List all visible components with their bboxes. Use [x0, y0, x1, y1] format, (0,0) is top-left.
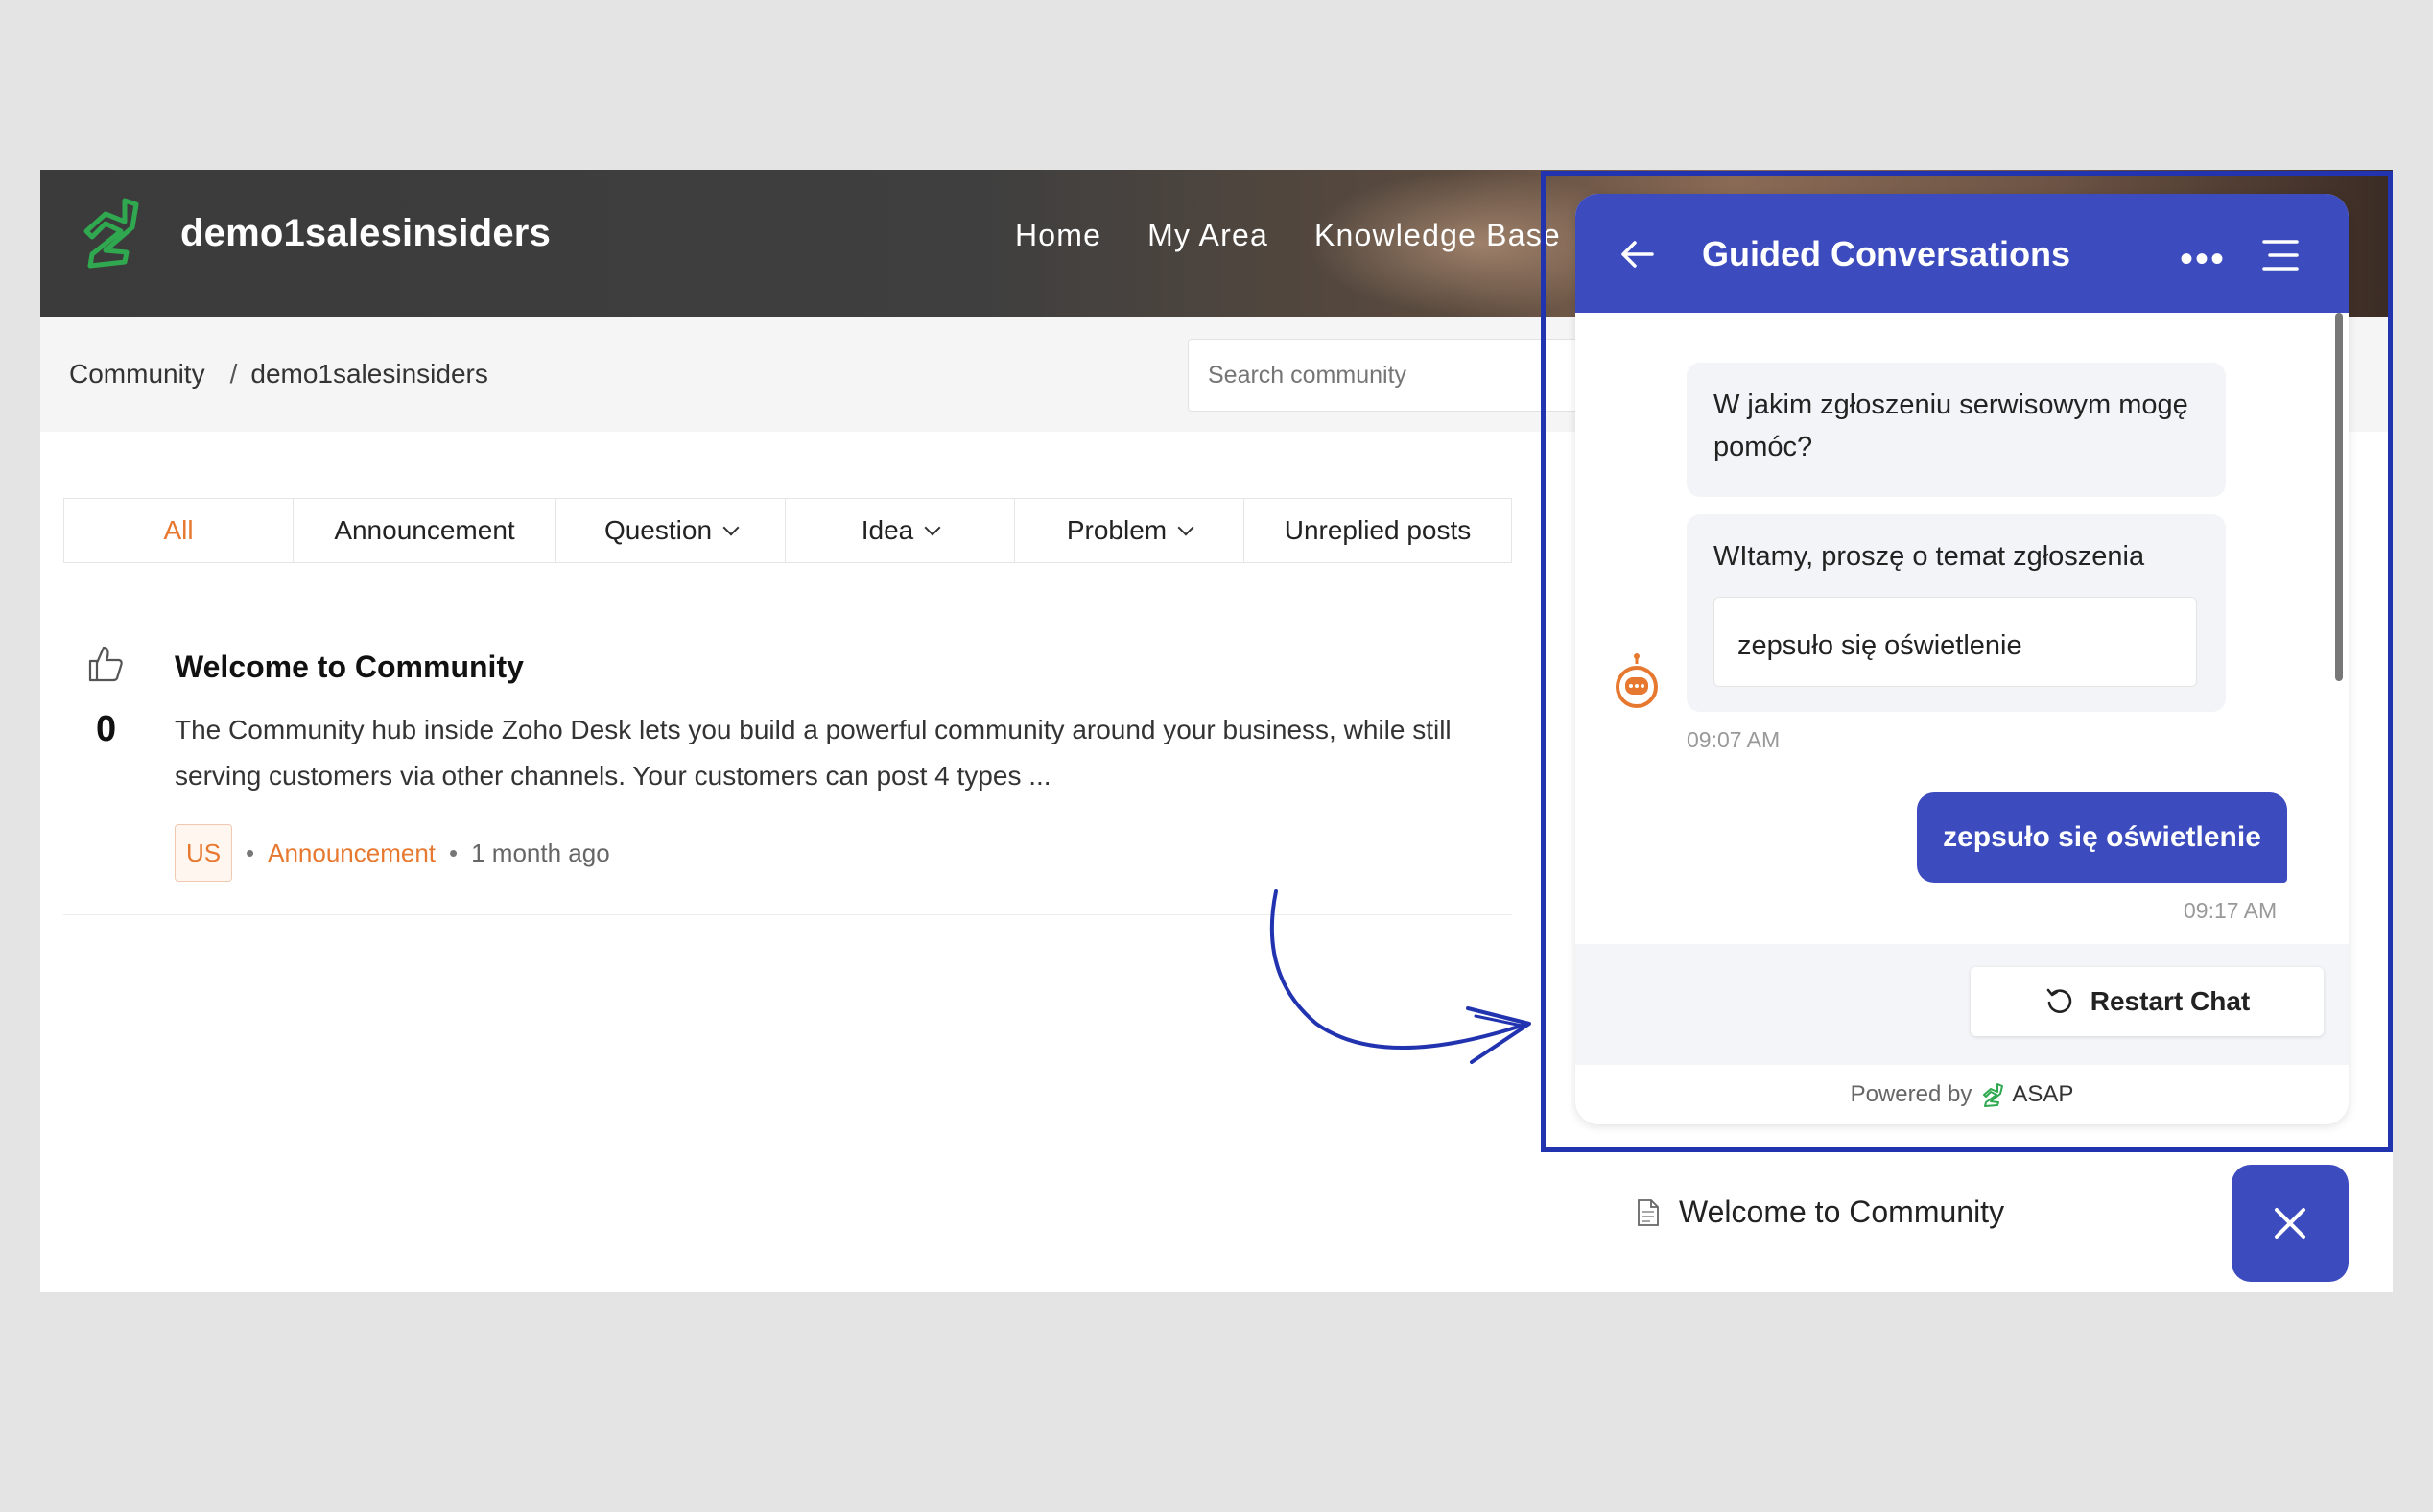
tab-idea[interactable]: Idea	[786, 499, 1015, 562]
post-excerpt: The Community hub inside Zoho Desk lets …	[175, 715, 1452, 791]
tab-unreplied-posts[interactable]: Unreplied posts	[1244, 499, 1511, 562]
chat-header: Guided Conversations •••	[1575, 194, 2349, 313]
chevron-down-icon	[1177, 519, 1194, 536]
powered-by: Powered by ASAP	[1850, 1081, 2074, 1107]
menu-icon[interactable]	[2260, 238, 2301, 272]
tab-problem[interactable]: Problem	[1015, 499, 1244, 562]
avatar[interactable]: US	[175, 824, 232, 882]
restart-chat-button[interactable]: Restart Chat	[1971, 967, 2324, 1036]
message-timestamp: 09:07 AM	[1687, 727, 1781, 752]
tab-question[interactable]: Question	[556, 499, 786, 562]
nav-knowledge-base[interactable]: Knowledge Base	[1314, 218, 1561, 253]
bot-message: WItamy, proszę o temat zgłoszenia zepsuł…	[1687, 514, 2226, 712]
nav-home[interactable]: Home	[1015, 218, 1101, 253]
tab-announcement[interactable]: Announcement	[294, 499, 556, 562]
post-age: 1 month ago	[471, 838, 610, 867]
chat-widget: Guided Conversations ••• W jakim zgłosze…	[1575, 194, 2349, 1124]
asap-logo-icon	[1983, 1083, 2004, 1107]
message-timestamp: 09:17 AM	[2184, 898, 2278, 923]
annotation-arrow-icon	[1269, 889, 1531, 1064]
brand-name[interactable]: demo1salesinsiders	[180, 212, 551, 255]
back-arrow-icon[interactable]	[1619, 240, 1654, 269]
chat-messages[interactable]: W jakim zgłoszeniu serwisowym mogę pomóc…	[1575, 313, 2349, 944]
filter-tabs: All Announcement Question Idea Problem U…	[63, 498, 1512, 563]
chevron-down-icon	[722, 519, 740, 536]
close-chat-button[interactable]	[2232, 1165, 2349, 1282]
bot-avatar-icon	[1616, 653, 1658, 708]
chat-title: Guided Conversations	[1702, 234, 2071, 273]
post-category[interactable]: Announcement	[268, 839, 436, 868]
more-dots-icon[interactable]: •••	[2180, 238, 2226, 281]
chat-scrollbar[interactable]	[2335, 313, 2343, 681]
meta-separator: •	[449, 838, 459, 867]
breadcrumb: Community / demo1salesinsiders	[69, 359, 488, 390]
post-title[interactable]: Welcome to Community	[175, 650, 524, 685]
bot-prompt-text: WItamy, proszę o temat zgłoszenia	[1713, 541, 2145, 572]
user-message: zepsuło się oświetlenie	[1917, 792, 2287, 883]
document-icon	[1638, 1198, 1659, 1226]
chat-footer: Restart Chat	[1575, 944, 2349, 1065]
close-icon	[2275, 1208, 2305, 1239]
related-article-link[interactable]: Welcome to Community	[1637, 1194, 2004, 1230]
tab-all[interactable]: All	[64, 499, 294, 562]
breadcrumb-separator: /	[229, 359, 238, 389]
breadcrumb-root[interactable]: Community	[69, 359, 205, 389]
thumbs-up-icon[interactable]	[86, 644, 125, 684]
brand-logo-icon[interactable]	[77, 195, 146, 281]
restart-icon	[2046, 988, 2071, 1013]
post-meta: US • Announcement • 1 month ago	[175, 824, 610, 882]
breadcrumb-current[interactable]: demo1salesinsiders	[250, 359, 487, 389]
bot-message: W jakim zgłoszeniu serwisowym mogę pomóc…	[1687, 363, 2226, 497]
vote-count: 0	[96, 709, 117, 749]
meta-separator: •	[246, 838, 255, 867]
main-nav: Home My Area Knowledge Base	[1015, 218, 1607, 253]
quick-reply-option[interactable]: zepsuło się oświetlenie	[1713, 597, 2197, 687]
nav-my-area[interactable]: My Area	[1147, 218, 1268, 253]
chevron-down-icon	[924, 519, 941, 536]
